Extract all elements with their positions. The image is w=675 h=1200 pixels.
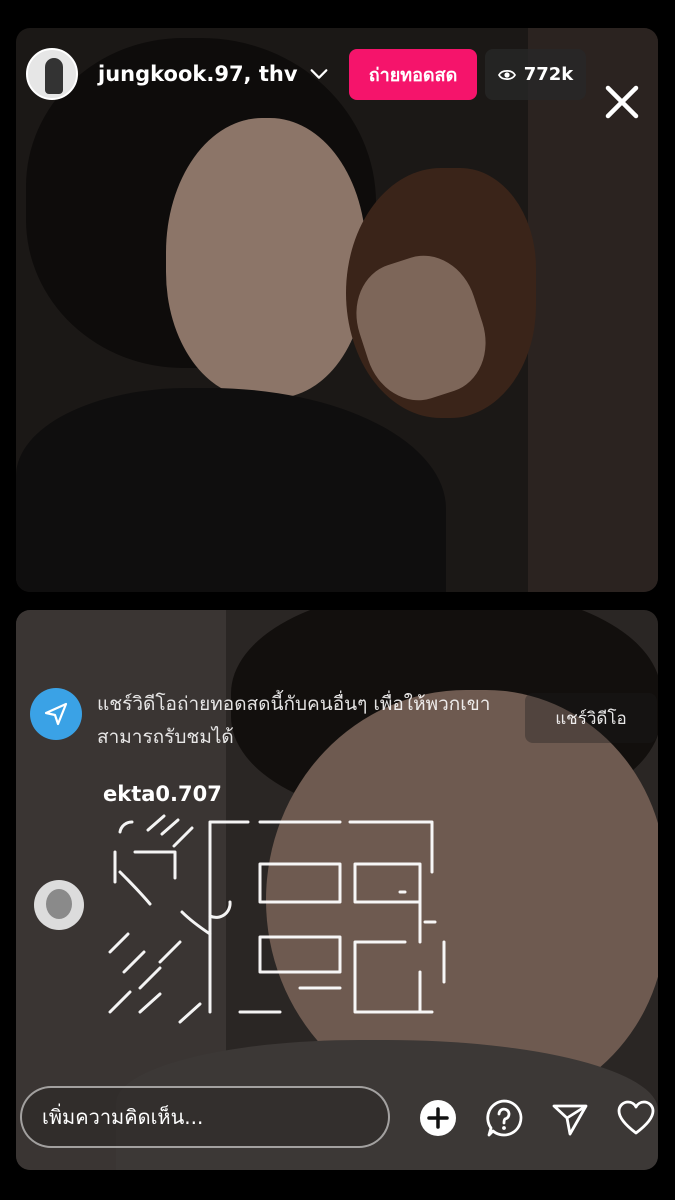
share-prompt-text: แชร์วิดีโอถ่ายทอดสดนี้กับคนอื่นๆ เพื่อให…: [97, 693, 491, 748]
host-names-label: jungkook.97, thv: [98, 62, 298, 86]
host-names[interactable]: jungkook.97, thv: [98, 62, 330, 86]
question-icon[interactable]: [482, 1096, 526, 1140]
comment-username[interactable]: ekta0.707: [103, 782, 222, 806]
heart-icon[interactable]: [614, 1096, 658, 1140]
avatar[interactable]: [34, 880, 84, 930]
viewer-count-badge[interactable]: 772k: [485, 49, 586, 100]
close-icon[interactable]: [600, 80, 644, 124]
live-header: jungkook.97, thv ถ่ายทอดสด 772k: [0, 28, 675, 123]
chevron-down-icon: [310, 69, 327, 79]
viewer-count: 772k: [523, 64, 574, 85]
share-video-button[interactable]: แชร์วิดีโอ: [525, 693, 657, 743]
comment-input[interactable]: เพิ่มความคิดเห็น...: [20, 1086, 390, 1148]
avatar[interactable]: [26, 48, 78, 100]
comment-sticker-image: [108, 814, 446, 1024]
add-icon[interactable]: [416, 1096, 460, 1140]
eye-icon: [497, 69, 516, 80]
live-badge: ถ่ายทอดสด: [349, 49, 477, 100]
send-icon: [30, 688, 82, 740]
send-icon[interactable]: [548, 1096, 592, 1140]
comment-input-placeholder: เพิ่มความคิดเห็น...: [42, 1105, 204, 1129]
